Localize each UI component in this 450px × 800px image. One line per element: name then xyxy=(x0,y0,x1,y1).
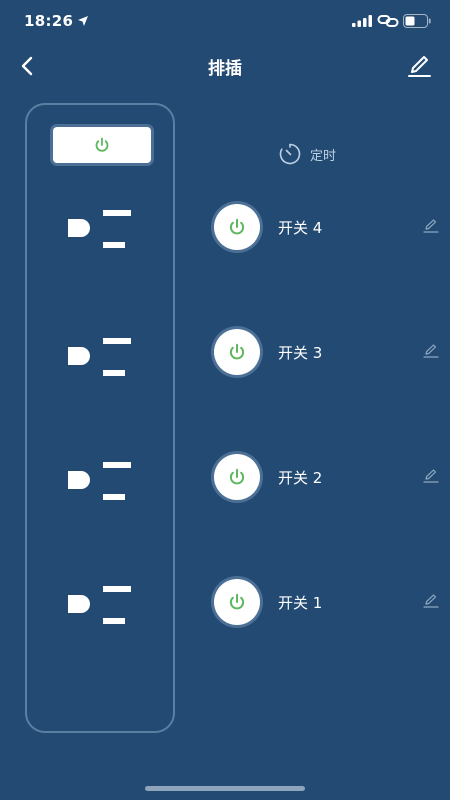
switch-label: 开关 3 xyxy=(278,344,323,362)
outlet-socket-3 xyxy=(68,338,131,376)
switch-4-power-button[interactable] xyxy=(214,204,260,250)
outlet-socket-4 xyxy=(68,210,131,248)
power-icon xyxy=(229,343,245,360)
outlet-socket-2 xyxy=(68,462,131,500)
switch-row-4: 开关 4 xyxy=(214,204,450,250)
rename-pencil-icon[interactable] xyxy=(422,468,440,484)
nav-bar: 排插 xyxy=(0,44,450,88)
hotspot-link-icon xyxy=(377,15,399,27)
power-icon xyxy=(229,593,245,610)
rename-pencil-icon[interactable] xyxy=(422,343,440,359)
switch-label: 开关 2 xyxy=(278,469,323,487)
power-strip-panel xyxy=(25,103,175,733)
power-icon xyxy=(229,218,245,235)
switch-3-power-button[interactable] xyxy=(214,329,260,375)
location-arrow-icon xyxy=(78,16,88,26)
rename-pencil-icon[interactable] xyxy=(422,218,440,234)
switch-row-2: 开关 2 xyxy=(214,454,450,500)
status-time: 18:26 xyxy=(24,12,74,30)
outlet-socket-1 xyxy=(68,586,131,624)
power-icon xyxy=(95,137,109,152)
timer-icon xyxy=(279,143,301,165)
switch-row-3: 开关 3 xyxy=(214,329,450,375)
status-bar: 18:26 xyxy=(0,0,450,44)
edit-pencil-icon[interactable] xyxy=(404,52,434,80)
home-indicator[interactable] xyxy=(145,786,305,791)
switch-2-power-button[interactable] xyxy=(214,454,260,500)
timer-label: 定时 xyxy=(310,148,337,164)
switch-label: 开关 4 xyxy=(278,219,323,237)
timer-button[interactable]: 定时 xyxy=(278,142,336,166)
battery-icon xyxy=(403,14,431,28)
switch-label: 开关 1 xyxy=(278,594,323,612)
cellular-signal-icon xyxy=(352,15,372,27)
rename-pencil-icon[interactable] xyxy=(422,593,440,609)
page-title: 排插 xyxy=(208,59,242,79)
switch-1-power-button[interactable] xyxy=(214,579,260,625)
master-power-button[interactable] xyxy=(53,127,151,163)
power-icon xyxy=(229,468,245,485)
switch-row-1: 开关 1 xyxy=(214,579,450,625)
